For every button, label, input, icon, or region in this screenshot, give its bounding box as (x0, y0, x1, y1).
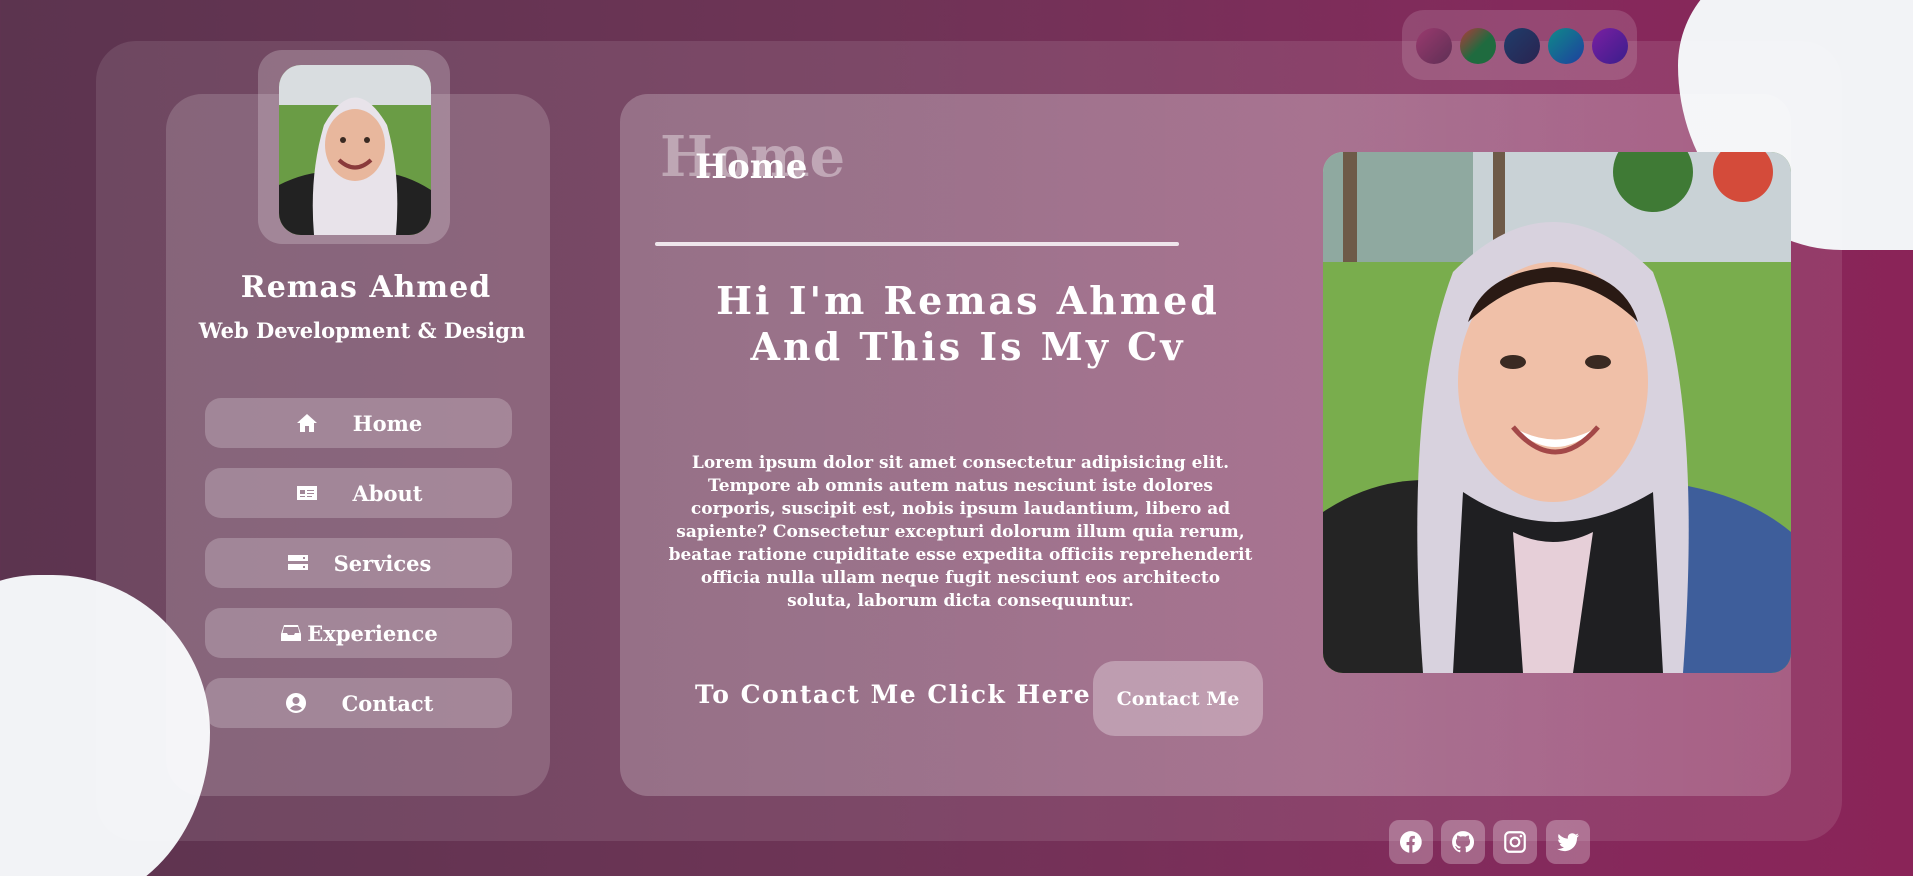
nav-item-contact[interactable]: Contact (205, 678, 512, 728)
nav-item-label: Home (352, 410, 423, 436)
github-icon (1452, 831, 1475, 853)
hero-heading: Hi I'm Remas Ahmed And This Is My Cv (716, 278, 1220, 369)
server-icon (287, 555, 308, 570)
divider (655, 242, 1179, 246)
nav-item-home[interactable]: Home (205, 398, 512, 448)
theme-swatch-red-green[interactable] (1460, 28, 1496, 64)
facebook-link[interactable] (1389, 820, 1433, 864)
theme-swatch-navy[interactable] (1504, 28, 1540, 64)
theme-swatch-purple[interactable] (1592, 28, 1628, 64)
contact-me-button[interactable]: Contact Me (1093, 661, 1263, 736)
home-icon (296, 414, 317, 432)
theme-swatch-teal-blue[interactable] (1548, 28, 1584, 64)
facebook-icon (1399, 831, 1422, 853)
inbox-icon (281, 625, 302, 641)
nav-item-label: Experience (307, 620, 438, 646)
twitter-icon (1557, 833, 1579, 852)
profile-photo (1323, 152, 1791, 673)
nav-item-label: About (352, 480, 423, 506)
nav-item-experience[interactable]: Experience (205, 608, 512, 658)
user-circle-icon (285, 693, 306, 713)
intro-paragraph: Lorem ipsum dolor sit amet consectetur a… (668, 453, 1253, 611)
theme-swatch-magenta[interactable] (1416, 28, 1452, 64)
theme-swatch-panel (1402, 10, 1637, 80)
instagram-icon (1504, 831, 1526, 853)
instagram-link[interactable] (1493, 820, 1537, 864)
id-card-icon (296, 486, 317, 500)
profile-role: Web Development & Design (198, 318, 526, 343)
contact-prompt: To Contact Me Click Here (695, 680, 1092, 709)
nav-item-label: Contact (341, 690, 434, 716)
profile-name: Remas Ahmed (240, 270, 492, 305)
nav-item-label: Services (333, 550, 432, 576)
nav-item-services[interactable]: Services (205, 538, 512, 588)
nav-item-about[interactable]: About (205, 468, 512, 518)
twitter-link[interactable] (1546, 820, 1590, 864)
github-link[interactable] (1441, 820, 1485, 864)
section-title: Home (695, 147, 808, 187)
avatar (279, 65, 431, 235)
